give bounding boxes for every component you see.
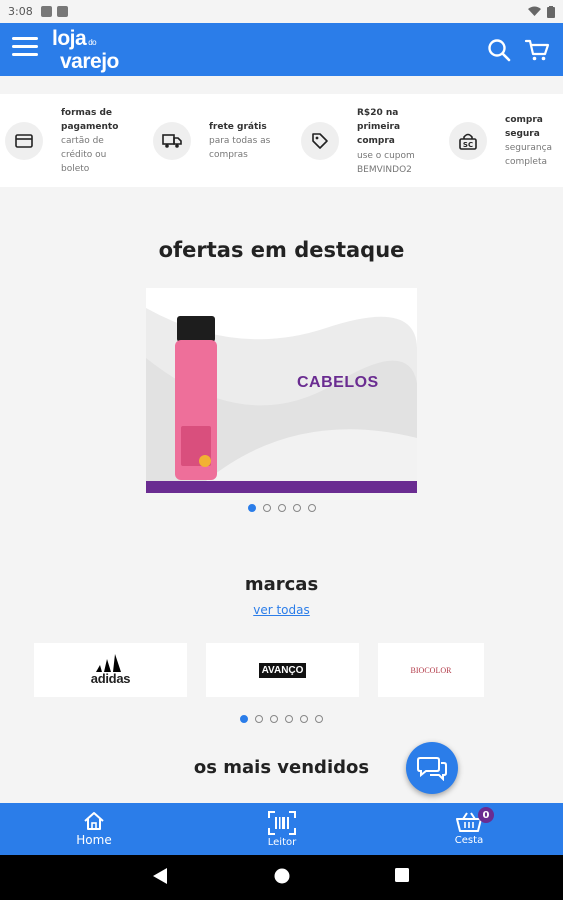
banner-text: CABELOS bbox=[297, 374, 379, 391]
brands-carousel-dot-2[interactable] bbox=[255, 715, 263, 723]
featured-banner[interactable]: CABELOS bbox=[146, 288, 417, 493]
battery-icon bbox=[547, 5, 555, 18]
brands-carousel-dot-6[interactable] bbox=[315, 715, 323, 723]
brands-carousel-dots bbox=[0, 715, 563, 723]
cart-icon[interactable] bbox=[524, 37, 550, 63]
brands-carousel-dot-5[interactable] bbox=[300, 715, 308, 723]
brand-card-avanco[interactable]: AVANÇO bbox=[206, 643, 359, 697]
benefit-title: compra segura bbox=[505, 115, 543, 139]
benefit-subtitle: cartão de crédito ou boleto bbox=[61, 136, 107, 174]
featured-carousel-dot-2[interactable] bbox=[262, 504, 271, 512]
truck-icon bbox=[153, 122, 191, 160]
adidas-logo-icon bbox=[96, 654, 122, 672]
brand-card-biocolor[interactable]: BIOCOLOR bbox=[378, 643, 484, 697]
featured-carousel-dot-1[interactable] bbox=[247, 504, 256, 512]
back-icon[interactable] bbox=[152, 867, 168, 885]
credit-card-icon bbox=[5, 122, 43, 160]
benefit-subtitle: segurança completa bbox=[505, 143, 553, 167]
home-icon bbox=[84, 812, 104, 830]
bottom-navigation: Home Leitor Cesta 0 bbox=[0, 803, 563, 855]
tag-icon bbox=[301, 122, 339, 160]
recents-icon[interactable] bbox=[394, 867, 410, 883]
brands-title: marcas bbox=[244, 574, 319, 595]
featured-carousel-dot-3[interactable] bbox=[277, 504, 286, 512]
nav-reader[interactable]: Leitor bbox=[237, 803, 327, 855]
nav-cart[interactable]: Cesta 0 bbox=[424, 803, 514, 855]
brands-carousel-dot-4[interactable] bbox=[285, 715, 293, 723]
nav-label: Home bbox=[76, 833, 112, 847]
benefit-subtitle: use o cupom BEMVINDO2 bbox=[357, 151, 415, 175]
menu-icon[interactable] bbox=[12, 37, 38, 61]
nav-label: Leitor bbox=[267, 837, 297, 848]
search-icon[interactable] bbox=[486, 37, 512, 63]
nav-label: Cesta bbox=[454, 835, 484, 846]
featured-carousel-dot-4[interactable] bbox=[292, 504, 301, 512]
benefit-subtitle: para todas as compras bbox=[209, 136, 271, 160]
status-bar: 3:08 bbox=[0, 0, 563, 23]
brand-name: adidas bbox=[90, 671, 131, 686]
benefit-title: formas de pagamento bbox=[61, 108, 119, 132]
store-logo[interactable]: loja do varejo bbox=[52, 27, 119, 73]
benefit-title: frete grátis bbox=[209, 122, 267, 132]
brands-carousel-dot-3[interactable] bbox=[270, 715, 278, 723]
brand-card-adidas[interactable]: adidas bbox=[34, 643, 187, 697]
home-circle-icon[interactable] bbox=[273, 867, 291, 885]
svg-text:SC: SC bbox=[463, 141, 473, 149]
nav-home[interactable]: Home bbox=[49, 803, 139, 855]
brand-name: BIOCOLOR bbox=[410, 665, 452, 675]
banner-strip bbox=[146, 481, 417, 493]
chat-icon bbox=[417, 757, 447, 781]
logo-small: do bbox=[88, 38, 97, 47]
app-header: loja do varejo bbox=[0, 23, 563, 76]
shampoo-bottle-image bbox=[175, 316, 217, 480]
featured-carousel-dots bbox=[0, 504, 563, 512]
wifi-icon bbox=[528, 6, 541, 16]
best-sellers-title: os mais vendidos bbox=[193, 757, 370, 778]
sd-card-icon bbox=[56, 6, 68, 17]
logo-line1: loja bbox=[52, 27, 87, 50]
featured-carousel-dot-5[interactable] bbox=[307, 504, 316, 512]
logo-line2: varejo bbox=[60, 50, 119, 73]
status-time: 3:08 bbox=[8, 5, 33, 18]
benefits-strip: formas de pagamento cartão de crédito ou… bbox=[0, 94, 563, 187]
benefit-title: R$20 na primeira compra bbox=[357, 108, 401, 146]
brand-name: AVANÇO bbox=[258, 662, 307, 678]
featured-title: ofertas em destaque bbox=[158, 238, 405, 262]
cart-count-badge: 0 bbox=[478, 807, 494, 823]
android-navigation-bar bbox=[0, 855, 563, 900]
chat-button[interactable] bbox=[406, 742, 458, 794]
secure-lock-icon: SC bbox=[449, 122, 487, 160]
see-all-brands-link[interactable]: ver todas bbox=[0, 603, 563, 617]
notification-icon bbox=[40, 6, 52, 17]
barcode-scanner-icon bbox=[268, 811, 296, 835]
brands-carousel-dot-1[interactable] bbox=[240, 715, 248, 723]
